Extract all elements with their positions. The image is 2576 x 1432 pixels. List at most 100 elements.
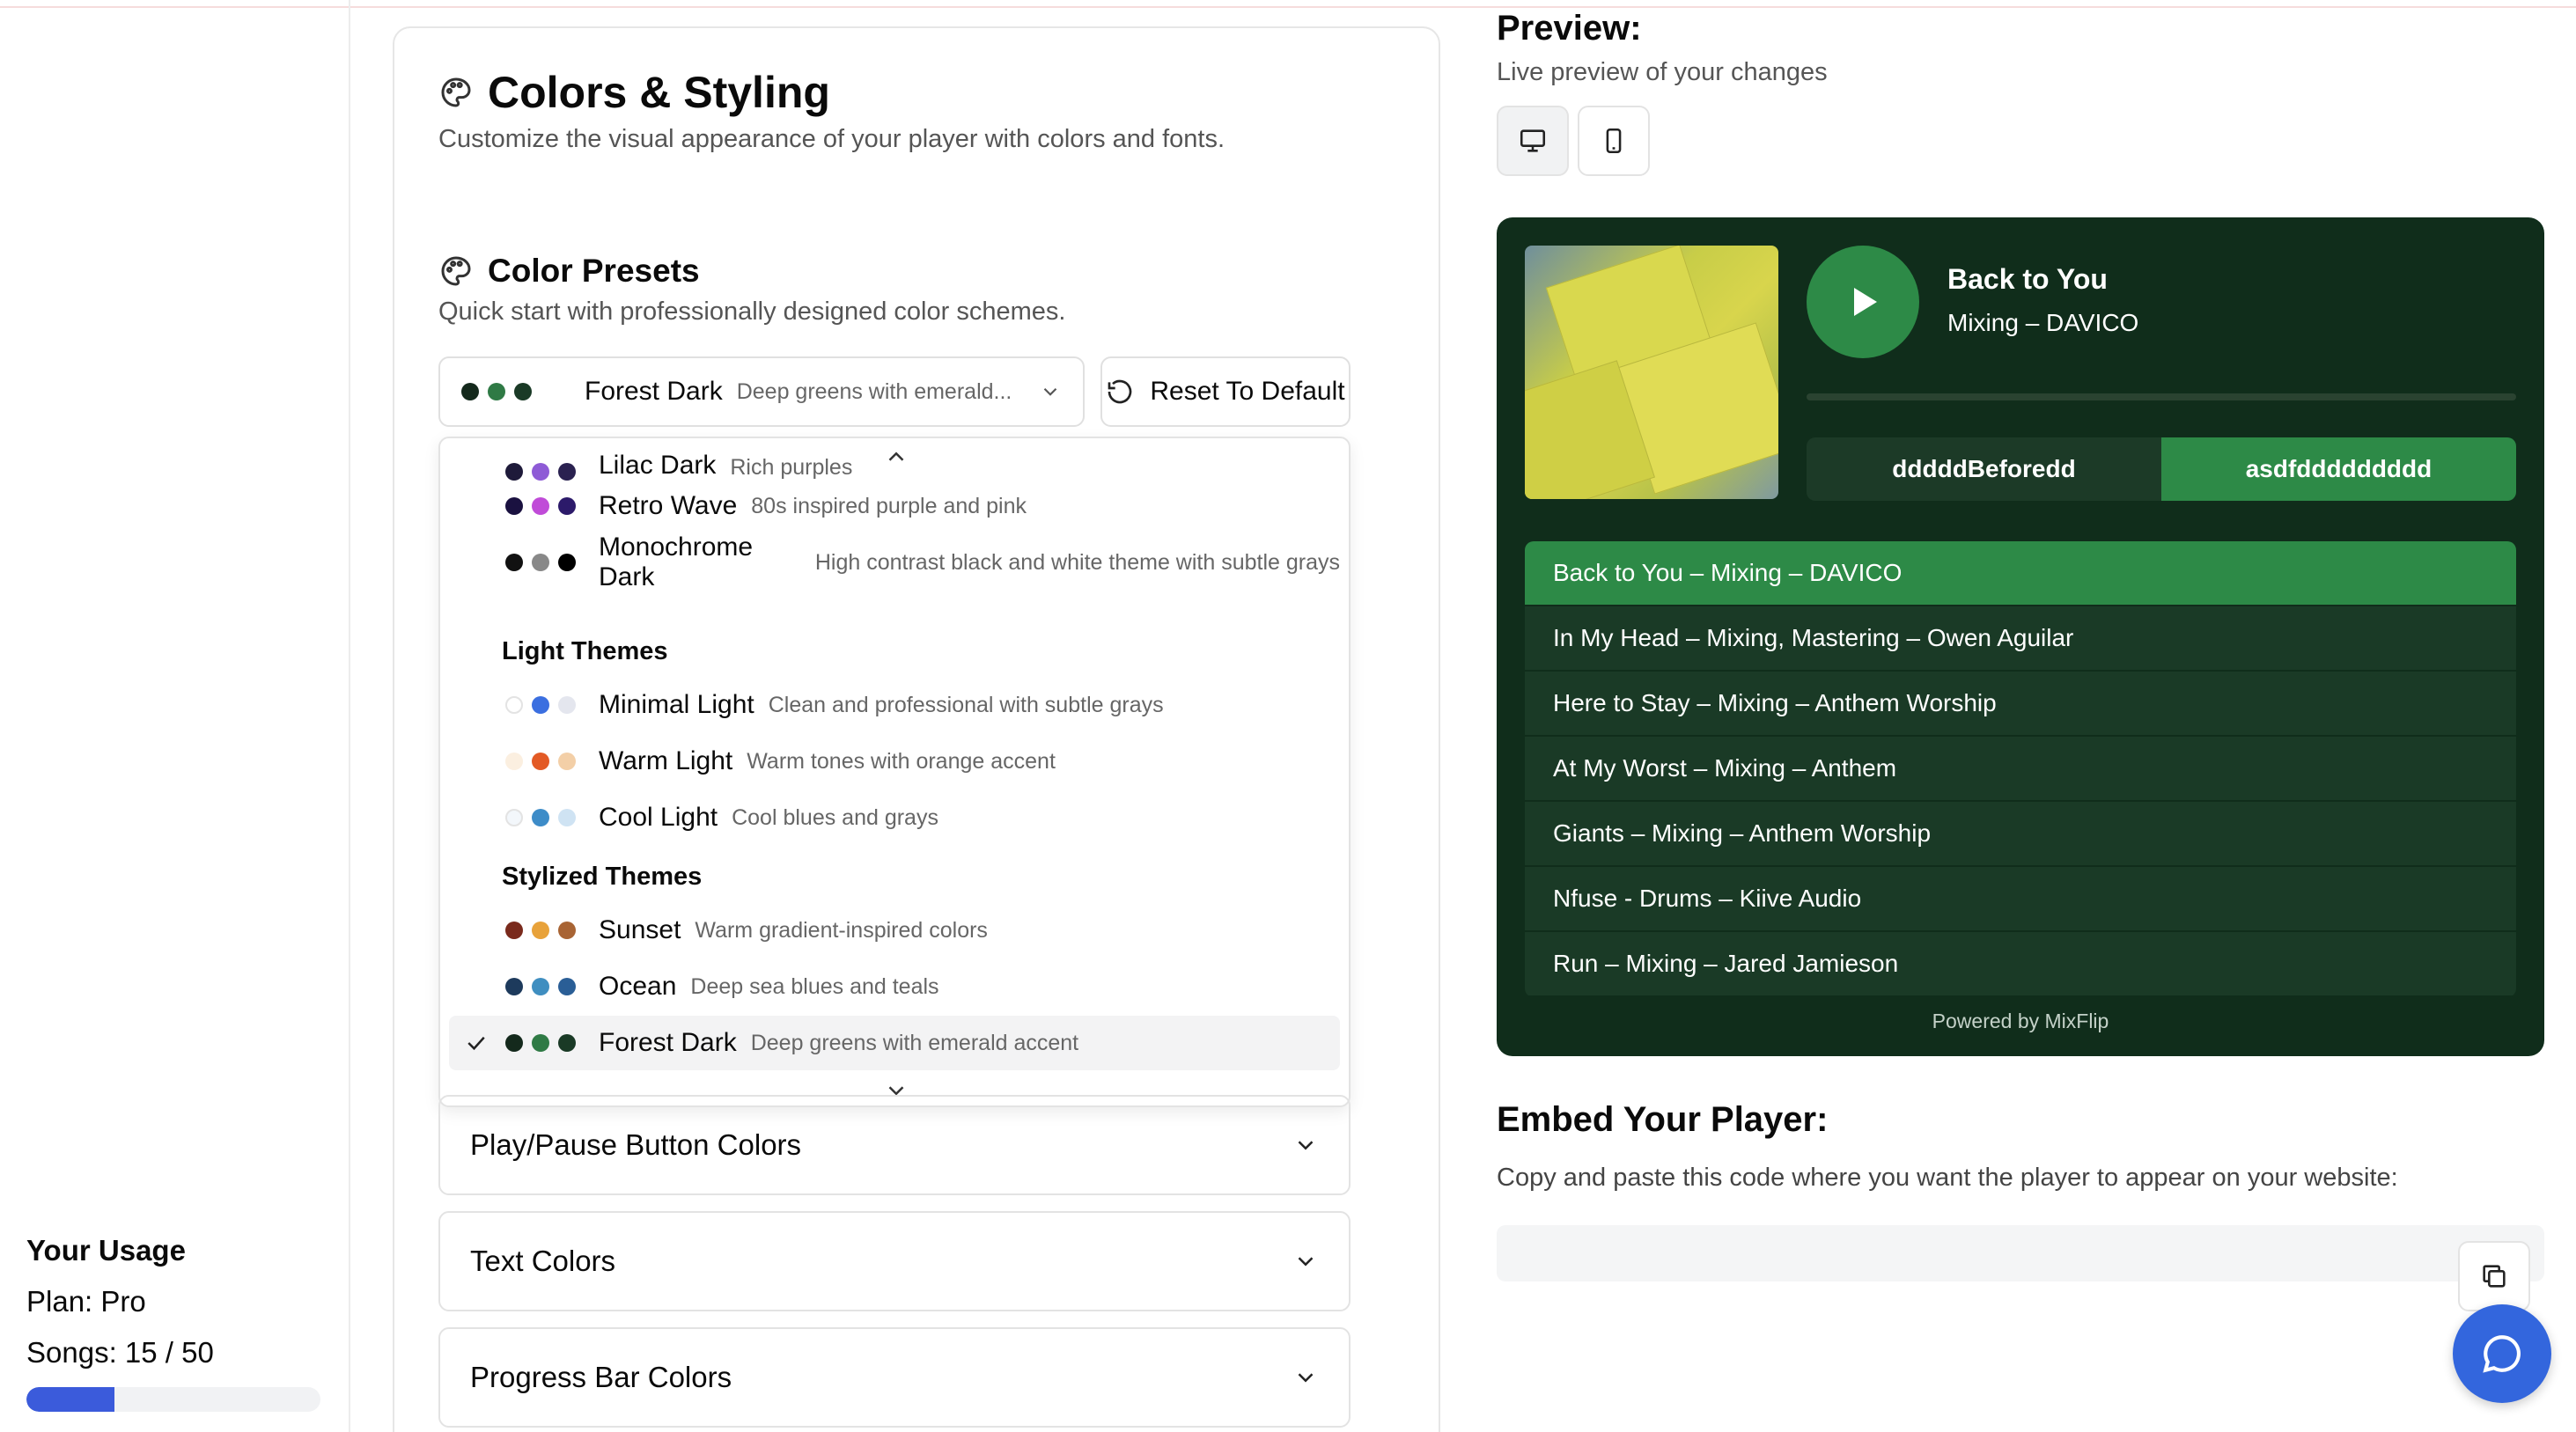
swatch [558, 696, 576, 714]
playlist-item[interactable]: In My Head – Mixing, Mastering – Owen Ag… [1525, 606, 2516, 672]
option-name: Monochrome Dark [599, 532, 754, 591]
preset-option-minimal-light[interactable]: Minimal Light Clean and professional wit… [449, 678, 1340, 732]
preset-option-forest-dark[interactable]: Forest Dark Deep greens with emerald acc… [449, 1016, 1340, 1070]
accordion-label: Play/Pause Button Colors [470, 1128, 802, 1161]
accordion-progress-bar-colors[interactable]: Progress Bar Colors [438, 1327, 1351, 1428]
desktop-icon [1520, 129, 1546, 152]
swatch [558, 753, 576, 770]
accordion-text-colors[interactable]: Text Colors [438, 1211, 1351, 1311]
swatch [505, 809, 523, 826]
playlist-item[interactable]: Giants – Mixing – Anthem Worship [1525, 802, 2516, 867]
option-name: Lilac Dark [599, 451, 717, 480]
top-border [0, 0, 2576, 8]
selected-preset-name: Forest Dark [585, 377, 723, 406]
group-label-stylized: Stylized Themes [502, 863, 703, 891]
playlist-item[interactable]: At My Worst – Mixing – Anthem [1525, 737, 2516, 802]
accordion-play-pause-colors[interactable]: Play/Pause Button Colors [438, 1095, 1351, 1195]
desktop-view-button[interactable] [1497, 106, 1569, 176]
check-icon [467, 1036, 485, 1051]
swatch [532, 978, 549, 995]
swatch [505, 696, 523, 714]
progress-bar[interactable] [1807, 393, 2516, 400]
option-desc: Warm gradient-inspired colors [695, 917, 988, 943]
option-name: Cool Light [599, 803, 718, 832]
accordion-label: Progress Bar Colors [470, 1361, 732, 1393]
embed-code-box[interactable] [1497, 1225, 2544, 1281]
swatch [532, 696, 549, 714]
swatch [505, 1034, 523, 1052]
chat-button[interactable] [2453, 1304, 2551, 1403]
preset-option-cool-light[interactable]: Cool Light Cool blues and grays [449, 790, 1340, 845]
chevron-down-icon [1043, 387, 1057, 396]
usage-progress-fill [26, 1387, 115, 1412]
preset-option-ocean[interactable]: Ocean Deep sea blues and teals [449, 959, 1340, 1014]
copy-code-button[interactable] [2458, 1241, 2530, 1311]
track-title: Back to You [1947, 263, 2108, 295]
swatch [532, 809, 549, 826]
page-subtitle: Customize the visual appearance of your … [438, 125, 1225, 153]
toggle-before[interactable]: dddddBeforedd [1807, 437, 2161, 501]
option-swatches [505, 978, 576, 995]
option-name: Ocean [599, 972, 677, 1001]
preset-option-warm-light[interactable]: Warm Light Warm tones with orange accent [449, 734, 1340, 789]
swatch [532, 753, 549, 770]
page-title: Colors & Styling [488, 68, 830, 117]
swatch [558, 1034, 576, 1052]
mobile-view-button[interactable] [1578, 106, 1650, 176]
track-subtitle: Mixing – DAVICO [1947, 309, 2139, 336]
option-desc: Warm tones with orange accent [747, 748, 1056, 774]
sidebar: Your Usage Plan: Pro Songs: 15 / 50 [0, 0, 350, 1432]
group-label-light: Light Themes [502, 637, 668, 665]
reset-label: Reset To Default [1150, 377, 1345, 406]
preset-option-retro-wave[interactable]: Retro Wave 80s inspired purple and pink [449, 479, 1340, 533]
playlist: Back to You – Mixing – DAVICO In My Head… [1525, 541, 2516, 997]
preset-dropdown[interactable]: Lilac Dark Rich purples Retro Wave 80s i… [438, 437, 1351, 1107]
swatch [505, 497, 523, 515]
copy-icon [2483, 1265, 2506, 1288]
option-swatches [505, 497, 576, 515]
preview-title: Preview: [1497, 9, 1642, 48]
playlist-item[interactable]: Run – Mixing – Jared Jamieson [1525, 932, 2516, 997]
usage-progress-bar [26, 1387, 320, 1412]
option-desc: Clean and professional with subtle grays [768, 692, 1164, 717]
palette-icon [441, 77, 471, 107]
swatch [505, 753, 523, 770]
usage-panel: Your Usage Plan: Pro Songs: 15 / 50 [26, 1234, 326, 1412]
option-name: Forest Dark [599, 1028, 737, 1057]
option-swatches [505, 463, 576, 481]
playlist-item[interactable]: Back to You – Mixing – DAVICO [1525, 541, 2516, 606]
option-desc: Deep sea blues and teals [690, 973, 939, 999]
option-desc: Cool blues and grays [732, 804, 938, 830]
preset-select[interactable]: Forest Dark Deep greens with emerald... [438, 356, 1085, 427]
swatch [514, 383, 532, 400]
styling-card: Colors & Styling Customize the visual ap… [393, 26, 1440, 1432]
preset-option-monochrome-dark[interactable]: Monochrome Dark High contrast black and … [449, 532, 1340, 591]
preset-option-sunset[interactable]: Sunset Warm gradient-inspired colors [449, 903, 1340, 958]
playlist-item[interactable]: Here to Stay – Mixing – Anthem Worship [1525, 672, 2516, 737]
swatch [558, 497, 576, 515]
preview-subtitle: Live preview of your changes [1497, 58, 1828, 86]
swatch [488, 383, 505, 400]
songs-count: Songs: 15 / 50 [26, 1336, 214, 1369]
selected-preset-desc: Deep greens with emerald... [736, 378, 1012, 404]
play-button[interactable] [1807, 246, 1919, 358]
usage-title: Your Usage [26, 1234, 186, 1267]
before-after-toggle[interactable]: dddddBeforedd asdfddddddddd [1807, 437, 2516, 501]
option-swatches [505, 1034, 576, 1052]
reset-to-default-button[interactable]: Reset To Default [1100, 356, 1351, 427]
swatch [505, 978, 523, 995]
swatch [558, 922, 576, 939]
swatch [532, 1034, 549, 1052]
swatch [461, 383, 479, 400]
selected-swatches [461, 383, 532, 400]
swatch [505, 463, 523, 481]
embed-subtitle: Copy and paste this code where you want … [1497, 1164, 2398, 1192]
chevron-down-icon [1298, 1141, 1314, 1150]
playlist-item[interactable]: Nfuse - Drums – Kiive Audio [1525, 867, 2516, 932]
option-swatches [505, 554, 576, 571]
option-desc: 80s inspired purple and pink [751, 493, 1027, 518]
swatch [558, 554, 576, 571]
swatch [558, 809, 576, 826]
toggle-after[interactable]: asdfddddddddd [2161, 437, 2516, 501]
player-preview: Back to You Mixing – DAVICO dddddBefored… [1497, 217, 2544, 1056]
